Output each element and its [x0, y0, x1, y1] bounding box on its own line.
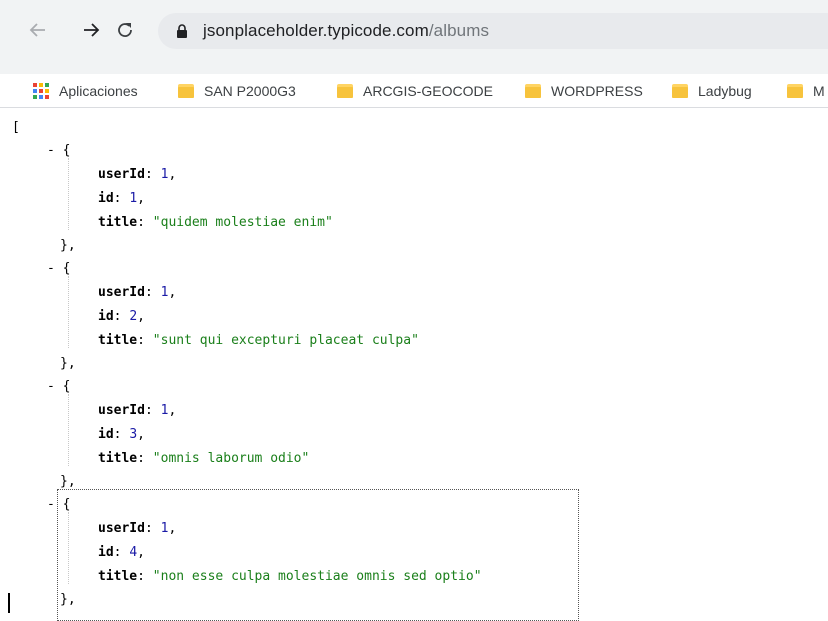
- address-bar[interactable]: jsonplaceholder.typicode.com/albums: [158, 13, 828, 49]
- object-open[interactable]: - {: [47, 258, 70, 280]
- object-close: },: [60, 238, 76, 253]
- back-button[interactable]: [24, 16, 52, 44]
- collapse-toggle[interactable]: -: [47, 143, 55, 158]
- focused-object-outline: [57, 489, 579, 621]
- open-brace: {: [62, 261, 71, 276]
- folder-icon: [178, 83, 194, 98]
- bookmarks-bar: Aplicaciones SAN P2000G3 ARCGIS-GEOCODE …: [0, 74, 828, 108]
- indent-guide: [68, 394, 69, 466]
- bookmark-ladybug[interactable]: Ladybug: [672, 74, 752, 107]
- value-title: "omnis laborum odio": [152, 451, 310, 466]
- url-path: /albums: [428, 21, 490, 40]
- text-cursor: [8, 593, 10, 613]
- bookmark-label: WORDPRESS: [551, 82, 643, 99]
- id-line: id: 2,: [98, 309, 145, 324]
- array-open-bracket: [: [12, 120, 20, 135]
- folder-icon: [525, 83, 541, 98]
- key-userid: userId: [98, 285, 145, 300]
- url-text: jsonplaceholder.typicode.com/albums: [203, 21, 489, 41]
- key-userid: userId: [98, 403, 145, 418]
- bookmark-arcgis[interactable]: ARCGIS-GEOCODE: [337, 74, 493, 107]
- folder-icon: [672, 83, 688, 98]
- arrow-left-icon: [29, 23, 45, 37]
- object-open[interactable]: - {: [47, 140, 70, 162]
- title-line: title: "sunt qui excepturi placeat culpa…: [98, 333, 419, 348]
- bookmark-m[interactable]: M: [787, 74, 825, 107]
- bookmark-label: ARCGIS-GEOCODE: [363, 82, 493, 99]
- key-title: title: [98, 451, 138, 466]
- key-title: title: [98, 215, 138, 230]
- title-line: title: "quidem molestiae enim": [98, 215, 333, 230]
- lock-icon: [177, 24, 187, 38]
- key-id: id: [98, 309, 114, 324]
- collapse-toggle[interactable]: -: [47, 261, 55, 276]
- indent-guide: [68, 276, 69, 348]
- value-title: "sunt qui excepturi placeat culpa": [152, 333, 419, 348]
- folder-icon: [337, 83, 353, 98]
- value-id: 2: [129, 309, 138, 324]
- collapse-toggle[interactable]: -: [47, 497, 55, 512]
- bookmark-label: Aplicaciones: [59, 82, 138, 99]
- folder-icon: [787, 83, 803, 98]
- title-line: title: "omnis laborum odio": [98, 451, 310, 466]
- key-id: id: [98, 191, 114, 206]
- indent-guide: [68, 158, 69, 230]
- json-viewer: [ - { userId: 1, id: 1, title: "quidem m…: [0, 108, 828, 621]
- browser-toolbar: jsonplaceholder.typicode.com/albums: [0, 0, 828, 74]
- id-line: id: 3,: [98, 427, 145, 442]
- bookmark-label: Ladybug: [698, 82, 752, 99]
- collapse-toggle[interactable]: -: [47, 379, 55, 394]
- bookmark-san[interactable]: SAN P2000G3: [178, 74, 296, 107]
- userid-line: userId: 1,: [98, 167, 177, 182]
- reload-button[interactable]: [111, 16, 139, 44]
- key-id: id: [98, 427, 114, 442]
- key-userid: userId: [98, 167, 145, 182]
- open-brace: {: [62, 379, 71, 394]
- reload-icon: [118, 23, 132, 37]
- apps-grid-icon: [33, 82, 49, 99]
- id-line: id: 1,: [98, 191, 145, 206]
- bookmark-label: M: [813, 82, 825, 99]
- object-open[interactable]: - {: [47, 376, 70, 398]
- url-host: jsonplaceholder.typicode.com: [203, 21, 429, 40]
- bookmark-label: SAN P2000G3: [204, 82, 296, 99]
- bookmark-wordpress[interactable]: WORDPRESS: [525, 74, 643, 107]
- value-title: "quidem molestiae enim": [152, 215, 333, 230]
- key-title: title: [98, 333, 138, 348]
- userid-line: userId: 1,: [98, 285, 177, 300]
- open-brace: {: [62, 143, 71, 158]
- forward-button[interactable]: [77, 16, 105, 44]
- value-id: 1: [129, 191, 138, 206]
- object-close: },: [60, 356, 76, 371]
- bookmark-apps[interactable]: Aplicaciones: [33, 74, 138, 107]
- userid-line: userId: 1,: [98, 403, 177, 418]
- value-id: 3: [129, 427, 138, 442]
- arrow-right-icon: [84, 23, 100, 37]
